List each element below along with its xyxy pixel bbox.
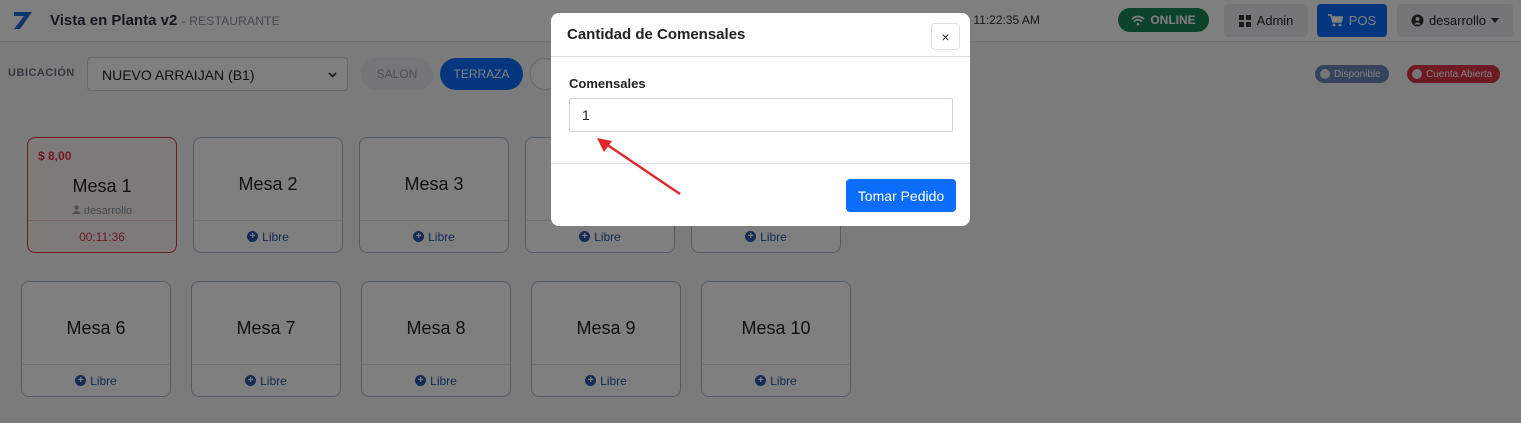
comensales-input[interactable]: 1 <box>569 98 953 132</box>
close-button[interactable]: × <box>931 23 960 50</box>
modal-header: Cantidad de Comensales × <box>551 13 970 57</box>
close-icon: × <box>941 28 950 45</box>
modal-title: Cantidad de Comensales <box>567 26 746 43</box>
annotation-arrow-icon <box>597 138 681 195</box>
tomar-pedido-button[interactable]: Tomar Pedido <box>846 179 956 212</box>
comensales-label: Comensales <box>569 76 646 91</box>
